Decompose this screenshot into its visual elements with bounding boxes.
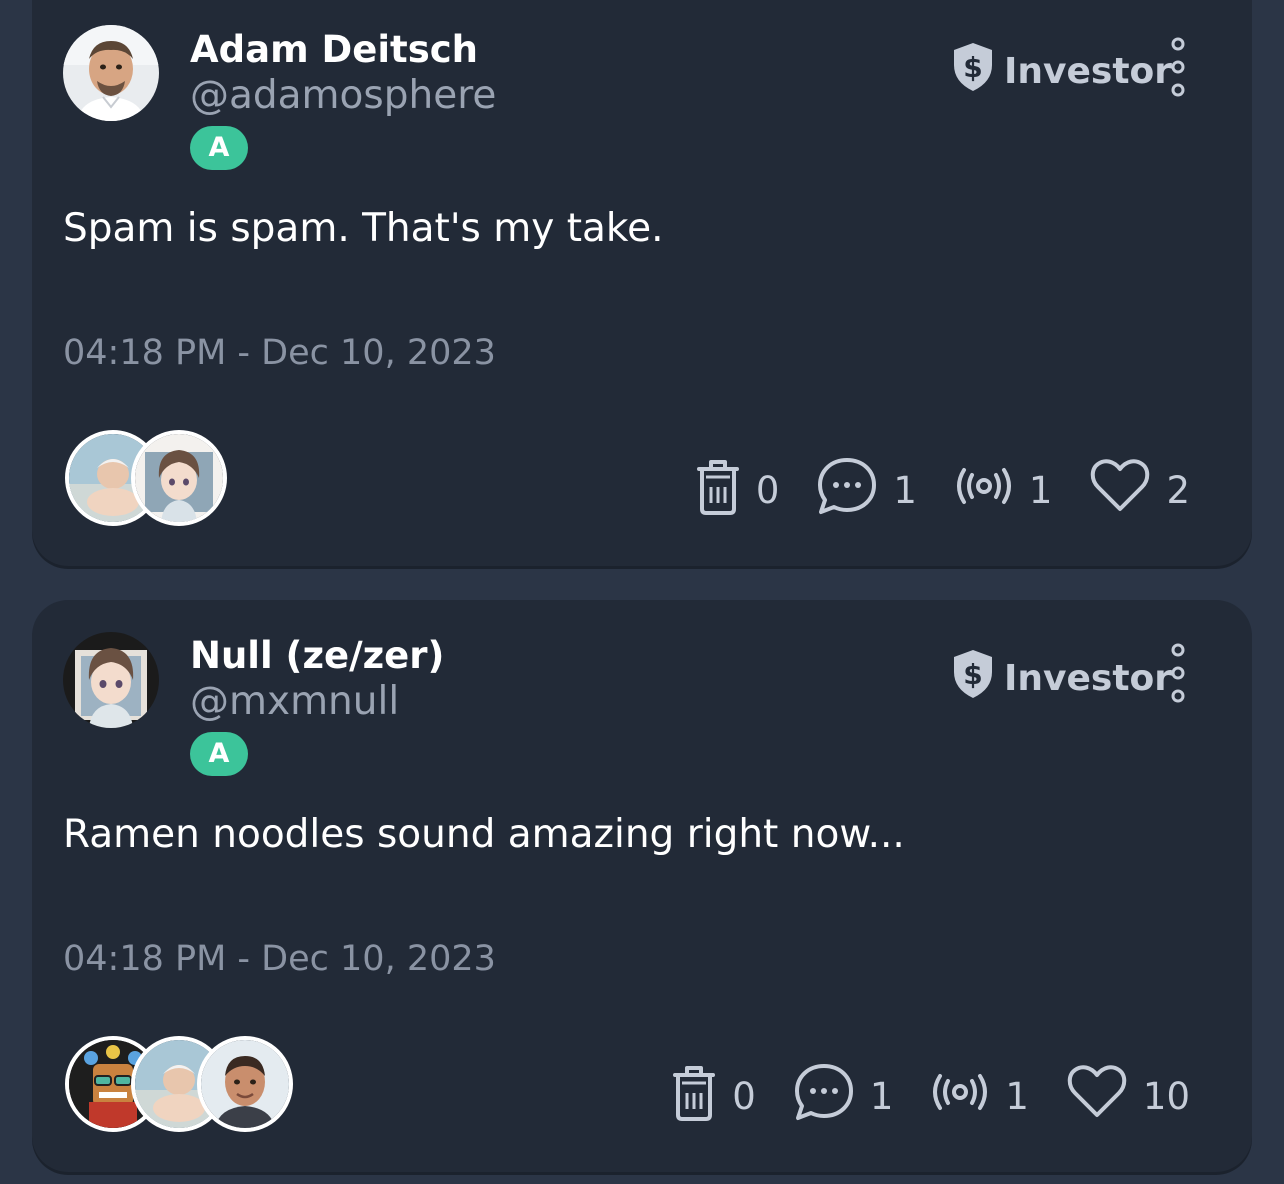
delete-count: 0 [732,1075,756,1118]
delete-action[interactable]: 0 [696,457,780,524]
comment-action[interactable]: 1 [794,1062,894,1131]
post-text: Spam is spam. That's my take. [63,206,664,251]
comment-bubble-icon[interactable] [794,1062,854,1131]
post-timestamp: 04:18 PM - Dec 10, 2023 [63,939,496,979]
author-avatar[interactable] [63,632,159,728]
broadcast-icon[interactable] [955,465,1013,516]
status-badge: A [190,732,248,776]
like-action[interactable]: 10 [1067,1065,1190,1128]
investor-role: $ Investor [950,41,1172,102]
author-avatar[interactable] [63,25,159,121]
broadcast-action[interactable]: 1 [931,1071,1029,1122]
delete-action[interactable]: 0 [672,1063,756,1130]
post-card: Adam Deitsch @adamosphere A $ Investor S… [32,0,1252,566]
broadcast-icon[interactable] [931,1071,989,1122]
comment-bubble-icon[interactable] [817,456,877,525]
author-handle[interactable]: @adamosphere [190,73,496,118]
svg-text:$: $ [963,51,982,84]
dollar-shield-icon: $ [950,41,1004,102]
dollar-shield-icon: $ [950,648,1004,709]
like-count: 2 [1166,469,1190,512]
status-badge: A [190,126,248,170]
post-timestamp: 04:18 PM - Dec 10, 2023 [63,333,496,373]
author-handle[interactable]: @mxmnull [190,679,399,724]
like-action[interactable]: 2 [1090,459,1190,522]
comment-action[interactable]: 1 [817,456,917,525]
heart-icon[interactable] [1067,1065,1127,1128]
comment-count: 1 [893,469,917,512]
post-actions: 0 1 1 [696,456,1190,525]
post-card: Null (ze/zer) @mxmnull A $ Investor Rame… [32,600,1252,1172]
investor-label: Investor [1004,658,1173,699]
post-text: Ramen noodles sound amazing right now... [63,812,905,857]
investor-role: $ Investor [950,648,1172,709]
svg-text:$: $ [963,658,982,691]
trash-icon[interactable] [672,1063,716,1130]
post-actions: 0 1 1 [672,1062,1190,1131]
author-name[interactable]: Adam Deitsch [190,28,478,71]
delete-count: 0 [755,469,780,512]
broadcast-action[interactable]: 1 [955,465,1053,516]
broadcast-count: 1 [1005,1075,1029,1118]
heart-icon[interactable] [1090,459,1150,522]
more-options-icon[interactable] [1169,642,1187,704]
comment-count: 1 [869,1075,894,1118]
investor-label: Investor [1004,51,1173,92]
trash-icon[interactable] [696,457,740,524]
like-count: 10 [1142,1075,1190,1118]
reactor-avatar[interactable] [131,430,227,526]
broadcast-count: 1 [1028,469,1053,512]
reactor-avatar[interactable] [197,1036,293,1132]
author-name[interactable]: Null (ze/zer) [190,634,444,677]
more-options-icon[interactable] [1169,36,1187,98]
